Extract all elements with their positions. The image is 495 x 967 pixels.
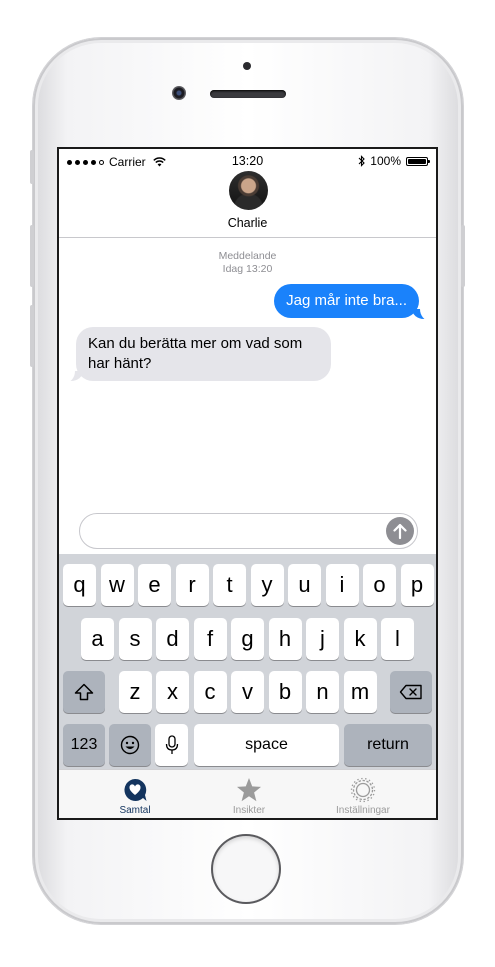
proximity-sensor [243,62,251,70]
tab-label: Samtal [119,805,151,816]
tab-samtal[interactable]: Samtal [75,770,195,818]
emoji-icon [120,735,140,755]
status-right: 100% [358,154,430,168]
key-t[interactable]: t [213,564,246,606]
key-v[interactable]: v [231,671,264,713]
key-r[interactable]: r [175,564,209,606]
key-d[interactable]: d [156,618,189,660]
bluetooth-icon [358,155,366,167]
contact-name[interactable]: Charlie [59,216,436,230]
backspace-icon [399,684,422,700]
earpiece-speaker [210,90,286,98]
battery-icon [406,156,430,166]
key-k[interactable]: k [343,618,377,660]
send-button[interactable] [386,517,414,545]
delete-key[interactable] [390,671,432,713]
key-z[interactable]: z [118,671,152,713]
timestamp-service: Meddelande [218,250,277,262]
key-h[interactable]: h [268,618,302,660]
microphone-icon [165,735,178,754]
message-input[interactable] [92,520,386,544]
numbers-key[interactable]: 123 [63,724,105,766]
key-j[interactable]: j [306,618,339,660]
key-y[interactable]: y [250,564,284,606]
key-l[interactable]: l [381,618,414,660]
dictation-key[interactable] [155,724,188,766]
star-icon [237,778,261,802]
front-camera [172,86,186,100]
key-q[interactable]: q [63,564,96,606]
key-m[interactable]: m [343,671,377,713]
timestamp-time: Idag 13:20 [222,263,273,275]
home-button[interactable] [213,836,279,902]
incoming-message[interactable]: Kan du berätta mer om vad som har hänt? [76,327,331,381]
keyboard: q w e r t y u i o p a s d f g h j k l z … [59,554,436,769]
chat-heart-icon [124,778,147,801]
key-c[interactable]: c [193,671,227,713]
key-x[interactable]: x [156,671,189,713]
emoji-key[interactable] [109,724,151,766]
space-key[interactable]: space [194,724,339,766]
arrow-up-icon [393,523,407,539]
battery-percent: 100% [370,154,401,168]
tab-insikter[interactable]: Insikter [189,770,309,818]
key-a[interactable]: a [81,618,114,660]
outgoing-message[interactable]: Jag mår inte bra... [274,284,419,318]
key-f[interactable]: f [193,618,227,660]
shift-icon [74,683,94,701]
key-n[interactable]: n [306,671,339,713]
volume-up-button [30,225,34,287]
tab-label: Inställningar [336,805,390,816]
key-e[interactable]: e [138,564,171,606]
conversation-header[interactable]: Charlie [59,171,436,238]
thread-timestamp: Meddelande Idag 13:20 [59,250,436,276]
key-w[interactable]: w [100,564,134,606]
contact-avatar[interactable] [229,171,268,210]
tab-label: Insikter [232,805,266,816]
key-p[interactable]: p [400,564,434,606]
key-s[interactable]: s [118,618,152,660]
key-u[interactable]: u [288,564,321,606]
mute-switch [30,150,34,184]
gear-icon [350,777,376,803]
power-button [461,225,465,287]
screen: Carrier 13:20 100% Charlie Meddelande Id… [57,147,438,820]
shift-key[interactable] [63,671,105,713]
tab-bar: Samtal Insikter Inställningar [59,769,436,818]
key-i[interactable]: i [325,564,359,606]
key-g[interactable]: g [231,618,264,660]
message-composer[interactable] [79,513,418,549]
volume-down-button [30,305,34,367]
status-bar: Carrier 13:20 100% [59,149,436,171]
key-b[interactable]: b [268,671,302,713]
key-o[interactable]: o [363,564,396,606]
tab-installningar[interactable]: Inställningar [303,770,423,818]
return-key[interactable]: return [344,724,432,766]
